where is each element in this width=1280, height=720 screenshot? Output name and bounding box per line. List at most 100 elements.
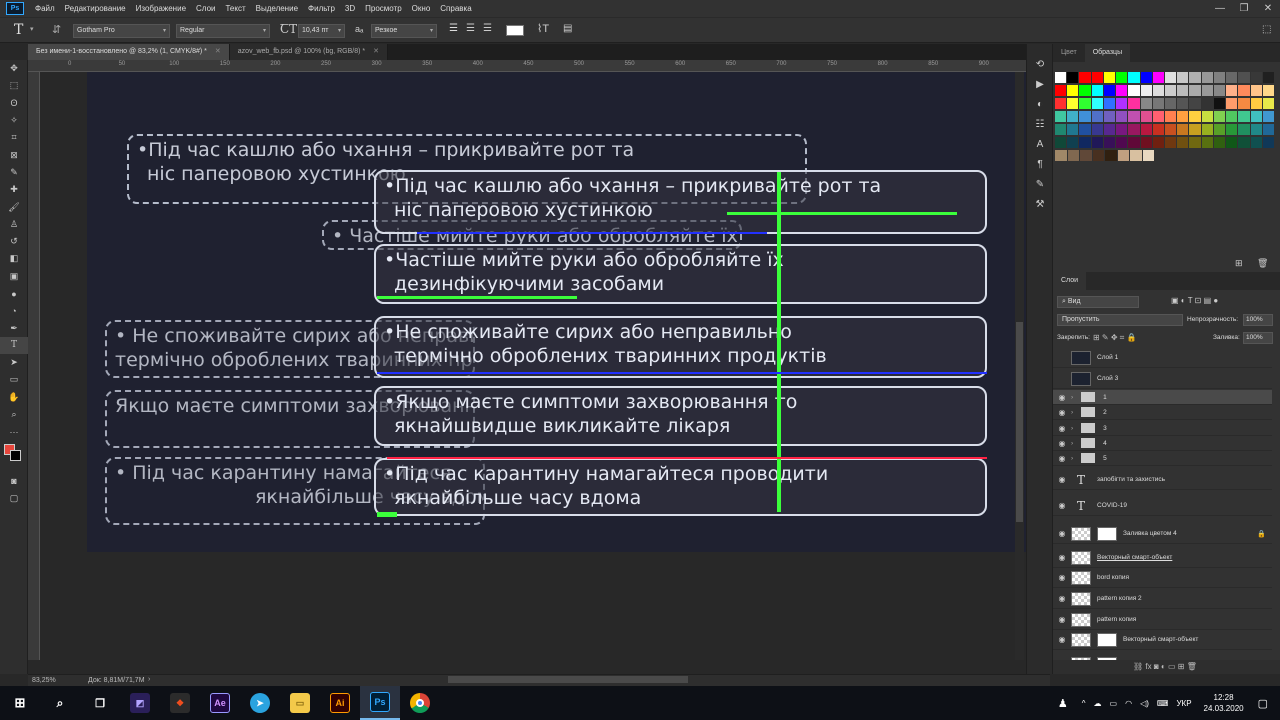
color-swatch[interactable] — [1091, 137, 1103, 148]
tab-document-1[interactable]: Без имени-1-восстановлено @ 83,2% (1, CM… — [28, 44, 230, 60]
people-icon[interactable]: ♟ — [1058, 697, 1068, 710]
play-action-icon[interactable]: ▶ — [1027, 74, 1053, 94]
show-hidden-icons[interactable]: ^ — [1082, 699, 1086, 708]
color-swatch[interactable] — [1201, 111, 1213, 122]
color-swatch[interactable] — [1226, 137, 1238, 148]
close-tab-icon[interactable]: ✕ — [215, 48, 221, 55]
menu-filter[interactable]: Фильтр — [303, 4, 340, 13]
color-swatch[interactable] — [1067, 150, 1079, 161]
color-swatch[interactable] — [1103, 85, 1116, 96]
delete-swatch-icon[interactable]: 🗑 — [1257, 258, 1268, 269]
delete-layer-icon[interactable]: 🗑 — [1187, 662, 1197, 671]
color-swatch[interactable] — [1152, 85, 1164, 96]
warp-text-icon[interactable]: ⌇T — [537, 22, 549, 35]
adjustment-layer-icon[interactable]: ◐ — [1161, 662, 1168, 671]
menu-help[interactable]: Справка — [435, 4, 476, 13]
text-color-swatch[interactable] — [506, 25, 524, 36]
expand-chevron-icon[interactable]: › — [1071, 455, 1073, 462]
color-swatch[interactable] — [1201, 124, 1213, 135]
type-tool-icon[interactable]: T — [14, 22, 23, 38]
onedrive-icon[interactable]: ☁ — [1094, 699, 1102, 708]
tab-color[interactable]: Цвет — [1053, 44, 1085, 62]
taskbar-app-after-effects[interactable]: Ae — [200, 686, 240, 720]
menu-3d[interactable]: 3D — [340, 4, 360, 13]
color-swatch[interactable] — [1067, 98, 1079, 109]
color-swatch[interactable] — [1152, 137, 1164, 148]
taskbar-app-explorer[interactable]: ▭ — [280, 686, 320, 720]
tool-preset-dropdown-icon[interactable]: ▾ — [30, 25, 34, 33]
antialias-select[interactable]: Резкое ▾ — [371, 24, 437, 38]
magic-wand-tool-icon[interactable]: ✧ — [0, 112, 28, 129]
color-swatch[interactable] — [1080, 150, 1092, 161]
status-menu-icon[interactable]: › — [148, 676, 150, 683]
color-swatch[interactable] — [1164, 72, 1177, 83]
color-swatch[interactable] — [1213, 111, 1226, 122]
visibility-eye-icon[interactable]: ◉ — [1053, 615, 1071, 624]
color-swatch[interactable] — [1091, 85, 1103, 96]
color-swatch[interactable] — [1213, 137, 1226, 148]
new-swatch-icon[interactable]: ⊞ — [1235, 258, 1243, 269]
color-swatches-icon[interactable] — [0, 441, 28, 473]
color-swatch[interactable] — [1079, 72, 1091, 83]
minimize-icon[interactable]: — — [1208, 3, 1232, 14]
visibility-eye-icon[interactable]: ◉ — [1053, 393, 1071, 402]
color-swatch[interactable] — [1128, 124, 1140, 135]
layer-mask-thumbnail[interactable] — [1097, 526, 1117, 541]
color-swatch[interactable] — [1140, 111, 1152, 122]
menu-view[interactable]: Просмотр — [360, 4, 407, 13]
color-swatch[interactable] — [1226, 98, 1238, 109]
vertical-scrollbar[interactable] — [1015, 72, 1024, 660]
color-swatch[interactable] — [1116, 111, 1128, 122]
visibility-eye-icon[interactable]: ◉ — [1053, 573, 1071, 582]
close-icon[interactable]: ✕ — [1256, 3, 1280, 14]
hand-tool-icon[interactable]: ✋ — [0, 389, 28, 406]
lock-icons[interactable]: ⊞ ✎ ✥ ⌗ 🔒 — [1093, 333, 1136, 343]
taskbar-app-chrome[interactable] — [400, 686, 440, 720]
color-swatch[interactable] — [1152, 72, 1164, 83]
path-selection-tool-icon[interactable]: ➤ — [0, 354, 28, 371]
tool-presets-icon[interactable]: ⚒ — [1027, 194, 1053, 214]
color-swatch[interactable] — [1164, 98, 1177, 109]
history-brush-tool-icon[interactable]: ↺ — [0, 233, 28, 250]
color-swatch[interactable] — [1213, 85, 1226, 96]
color-swatch[interactable] — [1238, 72, 1250, 83]
expand-chevron-icon[interactable]: › — [1071, 409, 1073, 416]
color-swatch[interactable] — [1128, 85, 1140, 96]
color-swatch[interactable] — [1250, 98, 1262, 109]
color-swatch[interactable] — [1213, 98, 1226, 109]
color-swatch[interactable] — [1055, 72, 1067, 83]
color-swatch[interactable] — [1067, 85, 1079, 96]
color-swatch[interactable] — [1055, 111, 1067, 122]
layer-row[interactable]: ◉ › 1 — [1053, 390, 1272, 405]
blend-mode-select[interactable]: Пропустить — [1057, 314, 1183, 326]
color-swatch[interactable] — [1250, 72, 1262, 83]
taskbar-app-illustrator[interactable]: Ai — [320, 686, 360, 720]
menu-file[interactable]: Файл — [30, 4, 60, 13]
pen-tool-icon[interactable]: ✒ — [0, 319, 28, 336]
color-swatch[interactable] — [1079, 124, 1091, 135]
color-swatch[interactable] — [1055, 98, 1067, 109]
color-swatch[interactable] — [1201, 137, 1213, 148]
font-size-select[interactable]: 10,43 пт ▾ — [298, 24, 345, 38]
color-swatch[interactable] — [1091, 124, 1103, 135]
color-swatch[interactable] — [1140, 98, 1152, 109]
tab-swatches[interactable]: Образцы — [1084, 44, 1131, 62]
color-swatch[interactable] — [1128, 72, 1140, 83]
visibility-eye-icon[interactable]: ◉ — [1053, 553, 1071, 562]
color-swatch[interactable] — [1164, 124, 1177, 135]
color-swatch[interactable] — [1116, 85, 1128, 96]
color-swatch[interactable] — [1067, 111, 1079, 122]
color-swatch[interactable] — [1262, 111, 1274, 122]
color-swatch[interactable] — [1055, 85, 1067, 96]
color-swatch[interactable] — [1079, 111, 1091, 122]
color-swatch[interactable] — [1152, 98, 1164, 109]
visibility-eye-icon[interactable]: ◉ — [1053, 594, 1071, 603]
zoom-level[interactable]: 83,25% — [32, 677, 56, 684]
taskbar-app-photoshop[interactable]: Ps — [360, 686, 400, 720]
color-swatch[interactable] — [1103, 111, 1116, 122]
eraser-tool-icon[interactable]: ◧ — [0, 250, 28, 267]
color-swatch[interactable] — [1116, 124, 1128, 135]
color-swatch[interactable] — [1152, 111, 1164, 122]
color-swatch[interactable] — [1201, 98, 1213, 109]
brushes-icon[interactable]: ✎ — [1027, 174, 1053, 194]
